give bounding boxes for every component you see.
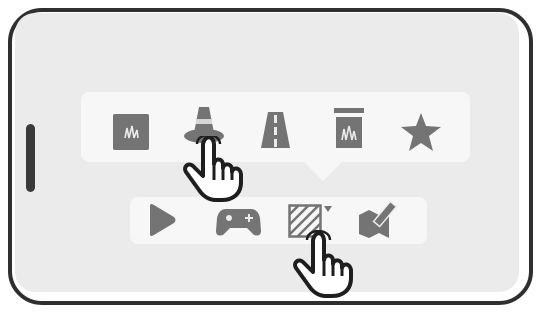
dropdown-caret-icon: [324, 206, 332, 212]
star-icon[interactable]: [401, 113, 441, 151]
tap-hand-icon: [183, 136, 246, 202]
gamepad-icon[interactable]: [216, 206, 261, 237]
play-icon[interactable]: [147, 203, 177, 237]
road-icon[interactable]: [261, 112, 290, 148]
grass-bin-icon[interactable]: [331, 108, 367, 148]
tap-hand-icon: [293, 230, 356, 298]
phone-side-button: [26, 124, 35, 192]
map-pencil-icon[interactable]: [359, 201, 399, 238]
tutorial-illustration: [0, 0, 541, 313]
toolbar-pointer: [303, 161, 343, 181]
grass-tile-icon[interactable]: [113, 114, 149, 150]
